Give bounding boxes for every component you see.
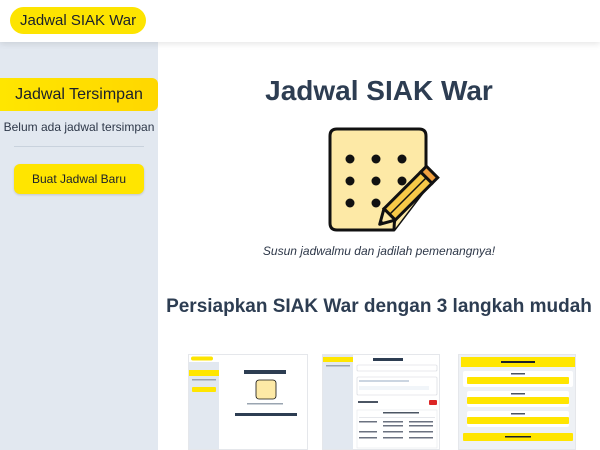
brand-home-button[interactable]: Jadwal SIAK War bbox=[10, 7, 147, 34]
sidebar: Jadwal Tersimpan Belum ada jadwal tersim… bbox=[0, 42, 158, 450]
step-1-preview bbox=[189, 355, 307, 449]
main-content: Jadwal SIAK War Susun jadwalmu dan jadil… bbox=[158, 42, 600, 450]
empty-schedules-text: Belum ada jadwal tersimpan bbox=[3, 120, 155, 134]
steps-heading: Persiapkan SIAK War dengan 3 langkah mud… bbox=[166, 296, 592, 317]
tagline: Susun jadwalmu dan jadilah pemenangnya! bbox=[262, 244, 496, 258]
page-title: Jadwal SIAK War bbox=[265, 75, 493, 106]
step-3-preview bbox=[459, 355, 575, 449]
schedule-pencil-icon bbox=[328, 127, 440, 232]
new-schedule-button[interactable]: Buat Jadwal Baru bbox=[14, 164, 144, 194]
top-navbar: Jadwal SIAK War bbox=[0, 0, 600, 42]
step-2-preview bbox=[323, 355, 439, 449]
sidebar-divider bbox=[14, 146, 144, 147]
step-3-screenshot bbox=[458, 354, 576, 450]
step-2-screenshot bbox=[322, 354, 440, 450]
sidebar-title: Jadwal Tersimpan bbox=[0, 78, 158, 111]
step-1-screenshot bbox=[188, 354, 308, 450]
